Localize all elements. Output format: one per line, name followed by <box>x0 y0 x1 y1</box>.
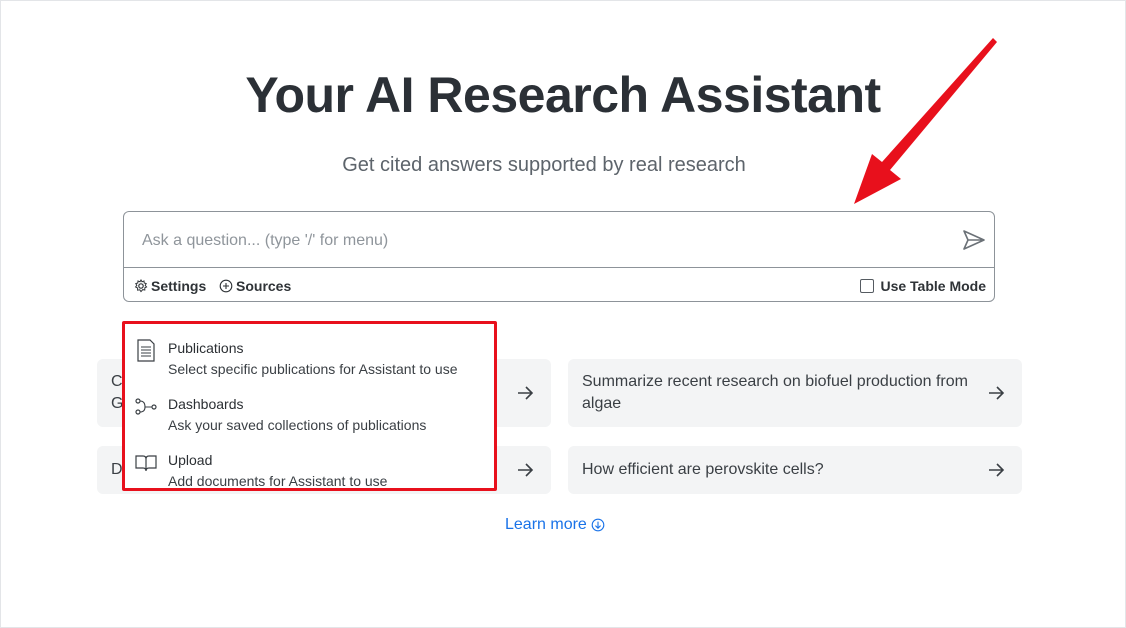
search-box: Settings Sources Use Table Mode <box>123 211 995 302</box>
learn-more-label: Learn more <box>505 516 587 533</box>
arrow-right-icon <box>989 386 1005 400</box>
menu-item-label: Publications <box>168 340 244 356</box>
menu-item-description: Add documents for Assistant to use <box>168 473 388 489</box>
menu-item-upload[interactable]: Upload Add documents for Assistant to us… <box>131 443 491 489</box>
document-icon <box>137 339 155 362</box>
annotation-arrow-icon <box>854 38 997 204</box>
table-mode-checkbox[interactable] <box>860 279 875 293</box>
suggestion-card[interactable]: Summarize recent research on biofuel pro… <box>568 359 1022 427</box>
search-divider <box>124 267 994 268</box>
settings-label: Settings <box>151 278 207 294</box>
arrow-right-icon <box>518 386 534 400</box>
table-mode-toggle[interactable]: Use Table Mode <box>860 276 986 296</box>
sources-label: Sources <box>236 278 292 294</box>
sources-button[interactable]: Sources <box>219 276 291 296</box>
suggestion-card[interactable]: How efficient are perovskite cells? <box>568 446 1022 494</box>
menu-item-dashboards[interactable]: Dashboards Ask your saved collections of… <box>131 387 491 433</box>
suggestion-text: Summarize recent research on biofuel pro… <box>582 373 968 412</box>
open-book-icon <box>135 455 157 472</box>
send-button[interactable] <box>960 226 988 254</box>
settings-button[interactable]: Settings <box>134 276 206 296</box>
graph-nodes-icon <box>135 398 157 415</box>
table-mode-label: Use Table Mode <box>880 278 986 294</box>
menu-item-description: Ask your saved collections of publicatio… <box>168 417 427 433</box>
menu-item-label: Upload <box>168 452 213 468</box>
arrow-down-circle-icon <box>591 518 605 532</box>
menu-item-publications[interactable]: Publications Select specific publication… <box>131 331 491 377</box>
learn-more-link[interactable]: Learn more <box>505 516 605 534</box>
gear-icon <box>134 279 148 293</box>
menu-item-description: Select specific publications for Assista… <box>168 361 458 377</box>
plus-circle-icon <box>219 279 233 293</box>
arrow-right-icon <box>518 463 534 477</box>
search-input[interactable] <box>140 226 944 256</box>
arrow-right-icon <box>989 463 1005 477</box>
send-icon <box>963 230 985 250</box>
menu-item-label: Dashboards <box>168 396 244 412</box>
suggestion-text: How efficient are perovskite cells? <box>582 461 824 478</box>
slash-command-menu: Publications Select specific publication… <box>122 321 497 491</box>
